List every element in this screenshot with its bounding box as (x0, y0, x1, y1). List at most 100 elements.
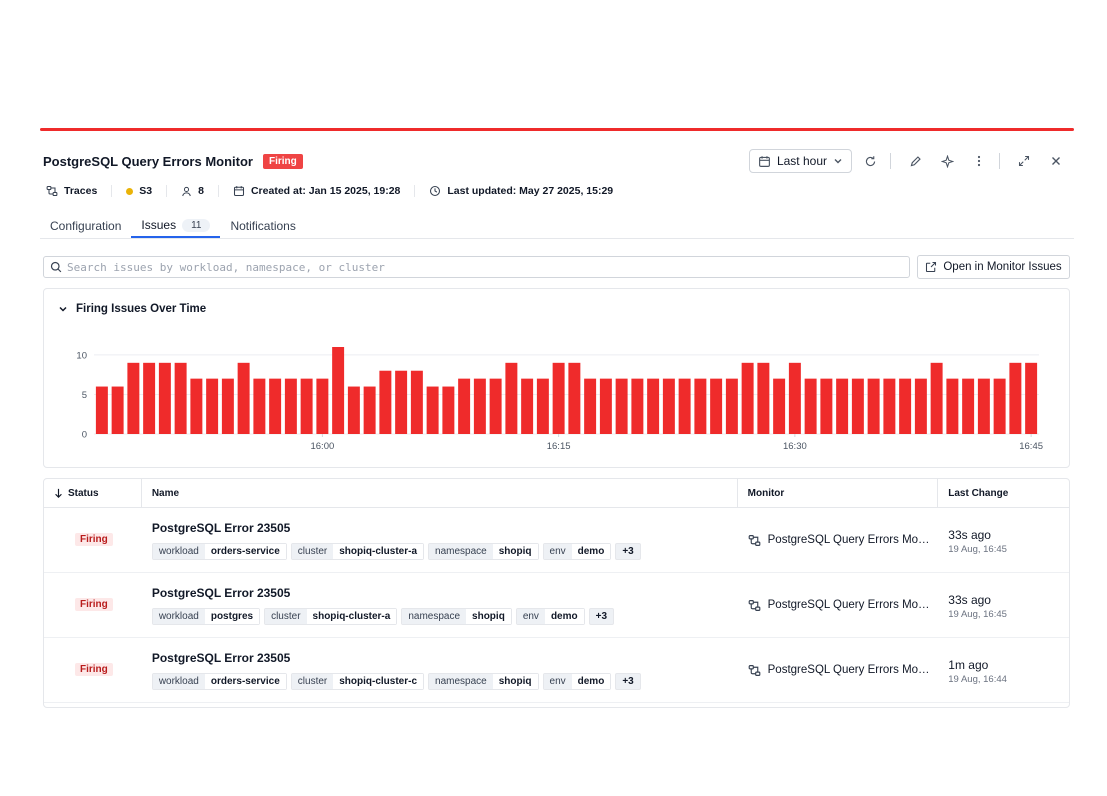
created-at: Created at: Jan 15 2025, 19:28 (250, 185, 401, 197)
chart-bar (458, 378, 471, 434)
tag-workload: workload orders-service (151, 673, 287, 690)
tag-key: cluster (291, 544, 334, 559)
tab-notifications[interactable]: Notifications (220, 214, 305, 238)
edit-button[interactable] (901, 149, 929, 173)
table-row[interactable]: Firing PostgreSQL Error 23505 workload or… (44, 638, 1069, 703)
chart-bar (757, 362, 770, 434)
column-status[interactable]: Status (44, 479, 142, 507)
monitor-meta: Traces S3 8 Created at: Jan 15 2025, 19:… (46, 182, 641, 200)
search-icon (50, 261, 62, 273)
firing-issues-chart: 0 5 10 16:00 16:15 16:30 16:45 (76, 347, 1043, 452)
traces-icon (748, 534, 760, 546)
chart-bar (662, 378, 675, 434)
chart-bar (363, 386, 376, 434)
firing-issues-chart-card: 0 5 10 16:00 16:15 16:30 16:45 Firing Issues O… (43, 288, 1070, 468)
chart-bar (851, 378, 864, 434)
expand-icon (1018, 155, 1030, 167)
chart-bar (615, 378, 628, 434)
tab-issues[interactable]: Issues 11 (131, 214, 221, 238)
chart-bar (174, 362, 187, 434)
tag-key: workload (152, 609, 205, 624)
table-row[interactable]: Firing PostgreSQL Error 23505 workload po… (44, 573, 1069, 638)
chart-bar (773, 378, 786, 434)
tag-namespace: namespace shopiq (428, 543, 539, 560)
monitor-cell[interactable]: PostgreSQL Query Errors Moni... (738, 573, 939, 637)
chevron-down-icon (59, 306, 67, 312)
chart-bar (284, 378, 297, 434)
refresh-button[interactable] (856, 149, 884, 173)
column-label: Status (68, 487, 99, 499)
meta-created: Created at: Jan 15 2025, 19:28 (233, 185, 416, 197)
column-monitor[interactable]: Monitor (738, 479, 939, 507)
chart-bar (442, 386, 455, 434)
chart-bar (253, 378, 266, 434)
last-change-cell: 1m ago 19 Aug, 16:44 (938, 638, 1069, 702)
traces-icon (748, 664, 760, 676)
chart-bar (694, 378, 707, 434)
status-badge: Firing (262, 153, 303, 169)
chart-bar (395, 370, 408, 434)
y-tick-label: 10 (76, 350, 87, 361)
more-tags-button[interactable]: +3 (615, 543, 641, 560)
chart-bar (426, 386, 439, 434)
chart-bar (1025, 362, 1038, 434)
updated-at: Last updated: May 27 2025, 15:29 (447, 185, 614, 197)
more-tags-button[interactable]: +3 (588, 608, 615, 625)
chart-bar (111, 386, 124, 434)
column-last-change[interactable]: Last Change (938, 479, 1069, 507)
tag-workload: workload orders-service (151, 543, 287, 560)
chart-bar (678, 378, 691, 434)
tag-cluster: cluster shopiq-cluster-a (264, 608, 398, 625)
chart-bar (725, 378, 738, 434)
time-range-select[interactable]: Last hour (748, 149, 852, 173)
last-change-relative: 33s ago (948, 593, 991, 607)
last-change-timestamp: 19 Aug, 16:44 (948, 674, 1007, 685)
tag-key: namespace (429, 674, 493, 689)
table-row[interactable]: Firing PostgreSQL Error 23505 workload or… (44, 508, 1069, 573)
status-badge: Firing (75, 598, 113, 611)
monitor-cell[interactable]: PostgreSQL Query Errors Moni... (738, 638, 939, 702)
tag-workload: workload postgres (151, 608, 261, 625)
tab-label: Configuration (50, 219, 122, 233)
chart-bar (206, 378, 219, 434)
severity-label: S3 (139, 185, 153, 197)
last-change-timestamp: 19 Aug, 16:45 (948, 544, 1007, 555)
chart-bar (473, 378, 486, 434)
chart-bar (599, 378, 612, 434)
chart-bar (158, 362, 171, 434)
chart-bar (914, 378, 927, 434)
assignees-count: 8 (198, 185, 204, 197)
last-change-relative: 33s ago (948, 528, 991, 542)
chart-bar (804, 378, 817, 434)
last-change-relative: 1m ago (948, 658, 989, 672)
more-options-button[interactable] (965, 149, 993, 173)
column-name[interactable]: Name (142, 479, 738, 507)
monitor-panel: PostgreSQL Query Errors Monitor Firing L… (40, 128, 1074, 708)
calendar-icon (759, 155, 770, 167)
sparkle-icon (940, 154, 954, 168)
severity-dot (126, 187, 134, 195)
expand-button[interactable] (1010, 149, 1038, 173)
chart-bar (552, 362, 565, 434)
close-icon (1052, 157, 1060, 165)
calendar-icon (233, 186, 244, 197)
x-tick-label: 16:45 (1019, 441, 1043, 452)
chart-bar (867, 378, 880, 434)
last-change-cell: 33s ago 19 Aug, 16:45 (938, 573, 1069, 637)
more-tags-button[interactable]: +3 (615, 673, 641, 690)
monitor-cell[interactable]: PostgreSQL Query Errors Moni... (738, 508, 939, 572)
ai-assist-button[interactable] (933, 149, 961, 173)
chart-bar (190, 378, 203, 434)
tag-env: env demo (515, 608, 585, 625)
chart-bar (788, 362, 801, 434)
open-in-monitor-issues-button[interactable]: Open in Monitor Issues (917, 255, 1070, 279)
x-tick-label: 16:30 (783, 441, 807, 452)
tag-key: env (543, 674, 572, 689)
time-range-label: Last hour (776, 154, 827, 168)
tab-configuration[interactable]: Configuration (40, 214, 131, 238)
search-input[interactable] (67, 260, 887, 274)
tag-key: workload (152, 674, 205, 689)
tag-cluster: cluster shopiq-cluster-c (290, 673, 425, 690)
chart-header[interactable]: Firing Issues Over Time (58, 303, 206, 315)
close-button[interactable] (1042, 149, 1070, 173)
